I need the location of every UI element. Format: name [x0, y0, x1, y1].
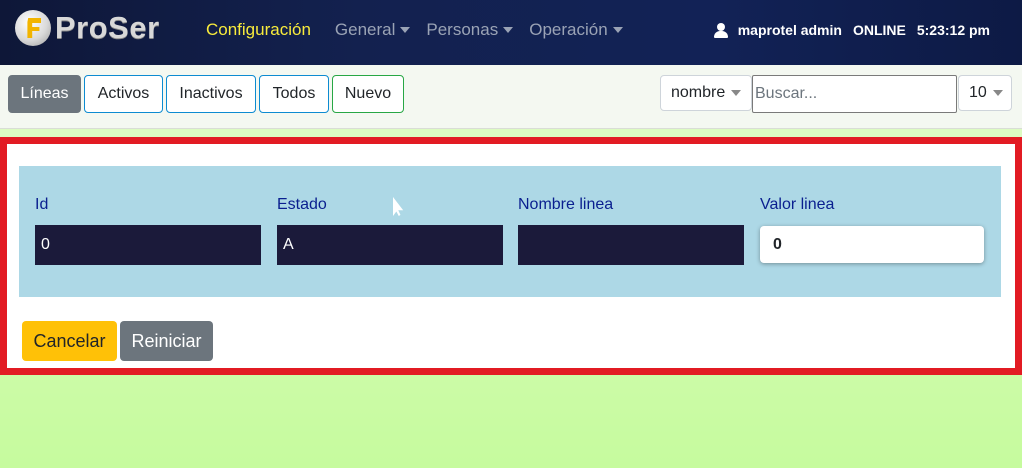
clock: 5:23:12 pm — [916, 22, 990, 38]
nav-general-label: General — [334, 20, 396, 39]
top-navbar: ProSer Configuración General Personas Op… — [0, 0, 1022, 65]
nombre-linea-label: Nombre linea — [518, 196, 614, 213]
tab-activos[interactable]: Activos — [84, 75, 163, 113]
sort-field-select[interactable]: nombre — [660, 75, 752, 111]
tab-lineas[interactable]: Líneas — [8, 75, 81, 113]
nav-personas-label: Personas — [426, 20, 499, 39]
search-input[interactable] — [752, 75, 957, 113]
form-fields-area: Id Estado Nombre linea Valor linea — [19, 166, 1001, 297]
user-name[interactable]: maprotel admin — [738, 22, 842, 38]
nav-configuracion-label: Configuración — [206, 20, 311, 39]
page-size-value: 10 — [969, 84, 987, 101]
reset-button[interactable]: Reiniciar — [120, 321, 213, 361]
chevron-down-icon — [612, 27, 623, 33]
main-nav: Configuración General Personas Operación — [206, 20, 639, 40]
sort-field-value: nombre — [671, 84, 726, 101]
valor-linea-label: Valor linea — [760, 196, 835, 213]
user-area: maprotel admin ONLINE 5:23:12 pm — [713, 22, 990, 38]
toolbar: Líneas Activos Inactivos Todos Nuevo nom… — [0, 65, 1022, 129]
nav-general-dropdown[interactable]: General — [334, 20, 411, 40]
new-button[interactable]: Nuevo — [332, 75, 404, 113]
brand[interactable]: ProSer — [15, 10, 160, 46]
proser-logo-icon — [15, 10, 51, 46]
id-input[interactable] — [35, 225, 261, 265]
nav-configuracion[interactable]: Configuración — [206, 20, 311, 40]
user-icon — [713, 22, 728, 38]
nav-operacion-dropdown[interactable]: Operación — [529, 20, 623, 40]
valor-linea-input[interactable] — [760, 226, 984, 263]
brand-name: ProSer — [55, 10, 160, 45]
chevron-down-icon — [400, 27, 411, 33]
tab-todos[interactable]: Todos — [259, 75, 329, 113]
chevron-down-icon — [992, 90, 1003, 96]
nombre-linea-input[interactable] — [518, 225, 744, 265]
nav-operacion-label: Operación — [529, 20, 608, 39]
page-size-select[interactable]: 10 — [958, 75, 1012, 111]
estado-label: Estado — [277, 196, 327, 213]
estado-input[interactable] — [277, 225, 503, 265]
connection-status: ONLINE — [852, 22, 906, 38]
tab-inactivos[interactable]: Inactivos — [166, 75, 256, 113]
chevron-down-icon — [731, 90, 742, 96]
edit-form-panel: Id Estado Nombre linea Valor linea Cance… — [0, 137, 1022, 375]
chevron-down-icon — [503, 27, 514, 33]
cancel-button[interactable]: Cancelar — [22, 321, 117, 361]
id-label: Id — [35, 196, 49, 213]
nav-personas-dropdown[interactable]: Personas — [426, 20, 514, 40]
